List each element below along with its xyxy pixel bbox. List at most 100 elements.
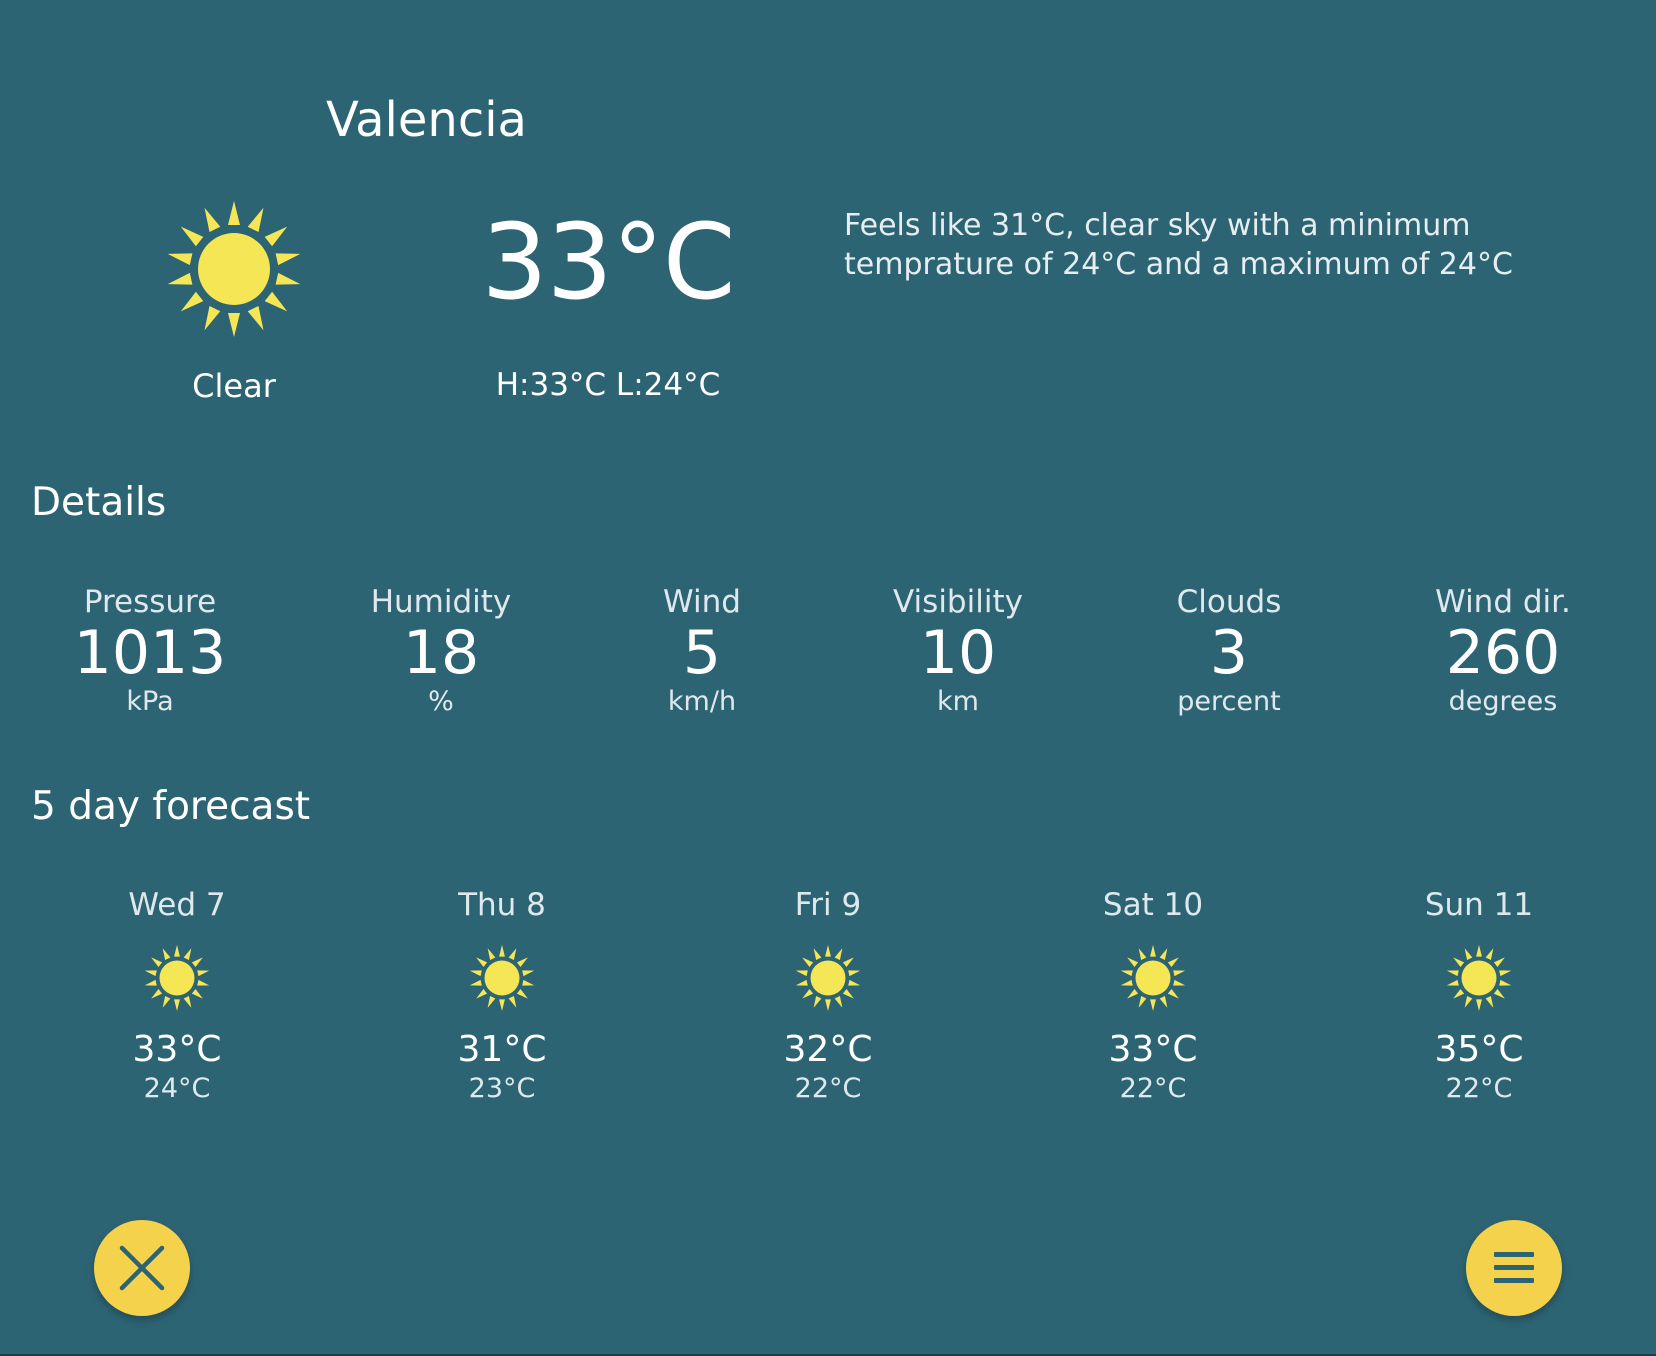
- sun-ray: [247, 306, 264, 331]
- sun-ray: [228, 313, 240, 337]
- detail-humidity: Humidity 18 %: [321, 583, 561, 719]
- detail-wind-direction: Wind dir. 260 degrees: [1383, 583, 1623, 719]
- forecast-high: 35°C: [1434, 1029, 1524, 1070]
- sun-ray: [1173, 970, 1186, 977]
- sun-ray: [1446, 979, 1459, 986]
- sun-ray: [1120, 970, 1133, 977]
- sun-ray: [151, 957, 163, 967]
- detail-label: Pressure: [83, 584, 217, 620]
- sun-ray: [162, 948, 171, 961]
- sun-ray: [1150, 999, 1156, 1012]
- sun-ray: [813, 948, 822, 961]
- sun-ray: [795, 979, 808, 986]
- sun-ray: [487, 995, 496, 1008]
- sun-ray: [151, 989, 163, 999]
- forecast-day: Thu 8 31°C 23°C: [402, 886, 602, 1106]
- sun-ray: [848, 979, 861, 986]
- forecast-high: 33°C: [1108, 1029, 1198, 1070]
- sun-ray: [1446, 970, 1459, 977]
- detail-wind: Wind 5 km/h: [582, 583, 822, 719]
- sun-ray: [1464, 995, 1473, 1008]
- forecast-high: 31°C: [457, 1029, 547, 1070]
- detail-clouds: Clouds 3 percent: [1109, 583, 1349, 719]
- sun-ray: [508, 948, 517, 961]
- sun-ray: [191, 957, 203, 967]
- detail-unit: kPa: [126, 686, 174, 717]
- sun-ray: [1167, 989, 1179, 999]
- sun-ray: [180, 226, 204, 247]
- sun-icon: [468, 944, 536, 1012]
- forecast-low: 24°C: [143, 1073, 211, 1104]
- detail-pressure: Pressure 1013 kPa: [30, 583, 270, 719]
- sun-ray: [476, 957, 488, 967]
- sun-ray: [1138, 995, 1147, 1008]
- sun-ray: [183, 948, 192, 961]
- sun-ray: [1138, 948, 1147, 961]
- sun-ray: [1499, 970, 1512, 977]
- sun-ray: [1476, 999, 1482, 1012]
- sun-ray: [1476, 944, 1482, 957]
- forecast-day-name: Sun 11: [1424, 887, 1534, 923]
- forecast-day-name: Sat 10: [1102, 887, 1204, 923]
- current-temperature: 33°C: [481, 201, 736, 323]
- sun-ray: [476, 989, 488, 999]
- menu-icon: [1494, 1252, 1534, 1283]
- detail-value: 1013: [73, 618, 227, 688]
- sun-ray: [834, 948, 843, 961]
- sun-ray: [144, 979, 157, 986]
- sun-ray: [487, 948, 496, 961]
- detail-value: 18: [402, 618, 480, 688]
- sun-ray: [825, 999, 831, 1012]
- city-name: Valencia: [326, 92, 527, 148]
- details-heading: Details: [31, 480, 167, 525]
- forecast-day-name: Thu 8: [458, 887, 546, 923]
- forecast-day: Sat 10 33°C 22°C: [1053, 886, 1253, 1106]
- sun-ray: [1173, 979, 1186, 986]
- detail-label: Visibility: [893, 584, 1023, 620]
- sun-ray: [191, 989, 203, 999]
- sun-ray: [1464, 948, 1473, 961]
- sun-ray: [1127, 989, 1139, 999]
- forecast-high: 32°C: [783, 1029, 873, 1070]
- forecast-heading: 5 day forecast: [31, 784, 311, 829]
- menu-button[interactable]: [1466, 1220, 1562, 1316]
- sun-ray: [848, 970, 861, 977]
- high-low-temperature: H:33°C L:24°C: [495, 367, 721, 403]
- sun-ray: [499, 999, 505, 1012]
- close-button[interactable]: [94, 1220, 190, 1316]
- forecast-low: 22°C: [1445, 1073, 1513, 1104]
- sun-ray: [174, 944, 180, 957]
- sun-ray: [197, 970, 210, 977]
- forecast-day: Wed 7 33°C 24°C: [77, 886, 277, 1106]
- forecast-day-name: Fri 9: [794, 887, 862, 923]
- sun-ray: [264, 291, 288, 312]
- sun-icon: [794, 944, 862, 1012]
- sun-ray: [834, 995, 843, 1008]
- detail-value: 3: [1209, 618, 1249, 688]
- sun-ray: [1485, 995, 1494, 1008]
- sun-icon: [1445, 944, 1513, 1012]
- detail-label: Clouds: [1176, 584, 1282, 620]
- sun-ray: [469, 979, 482, 986]
- sun-ray: [516, 957, 528, 967]
- sun-ray: [167, 253, 193, 266]
- detail-unit: km/h: [667, 686, 737, 717]
- sun-ray: [1485, 948, 1494, 961]
- sun-ray: [802, 957, 814, 967]
- sun-ray: [1167, 957, 1179, 967]
- sun-ray: [174, 999, 180, 1012]
- sun-ray: [275, 253, 301, 266]
- weather-description: Feels like 31°C, clear sky with a minimu…: [844, 208, 1513, 282]
- sun-ray: [197, 979, 210, 986]
- sun-ray: [144, 970, 157, 977]
- sun-icon-graphic: [167, 201, 301, 337]
- sun-ray: [1120, 979, 1133, 986]
- detail-unit: percent: [1177, 686, 1281, 717]
- sun-ray: [508, 995, 517, 1008]
- sun-ray: [516, 989, 528, 999]
- forecast-day: Fri 9 32°C 22°C: [728, 886, 928, 1106]
- sun-ray: [183, 995, 192, 1008]
- forecast-high: 33°C: [132, 1029, 222, 1070]
- sun-icon: [1119, 944, 1187, 1012]
- sun-ray: [1159, 995, 1168, 1008]
